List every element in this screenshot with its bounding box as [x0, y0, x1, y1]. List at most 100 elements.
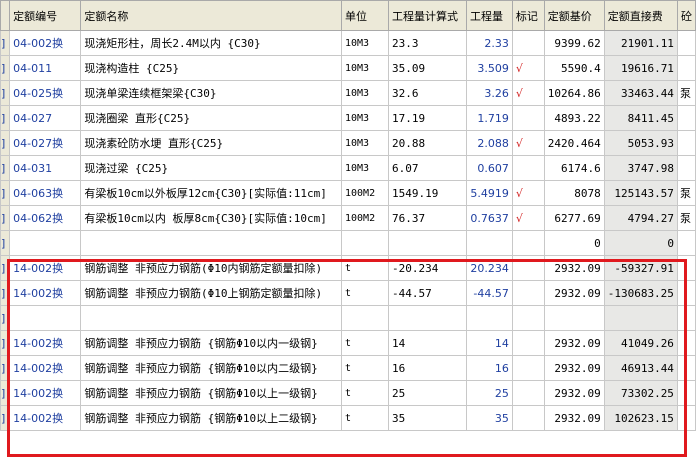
quantity-expression-cell[interactable]: 32.6 — [388, 80, 468, 106]
mark-cell[interactable] — [511, 230, 545, 256]
quota-code-cell[interactable] — [9, 305, 82, 331]
concrete-flag-cell[interactable] — [676, 380, 696, 406]
mark-cell[interactable] — [511, 355, 545, 381]
mark-cell[interactable] — [511, 155, 545, 181]
table-row[interactable]: ] 04-027换 现浇素砼防水埂 直形{C25} 10M3 20.88 2.088 √ 24… — [0, 130, 696, 156]
table-row[interactable]: ] 14-002换 钢筋调整 非预应力钢筋 {钢筋Φ10以内一级钢} t 14 14 293… — [0, 330, 696, 356]
quota-name-cell[interactable]: 现浇矩形柱，周长2.4M以内 {C30} — [80, 30, 342, 56]
quota-code-cell[interactable]: 14-002换 — [9, 355, 82, 381]
quantity-cell[interactable]: 0.607 — [466, 155, 513, 181]
quota-name-cell[interactable]: 钢筋调整 非预应力钢筋 {钢筋Φ10以上二级钢} — [80, 405, 342, 431]
table-row[interactable]: ] 04-062换 有梁板10cm以内 板厚8cm{C30}[实际值:10cm] 10… — [0, 205, 696, 231]
quantity-cell[interactable]: 2.33 — [466, 30, 513, 56]
quota-name-cell[interactable]: 现浇素砼防水埂 直形{C25} — [80, 130, 342, 156]
direct-cost-cell[interactable]: 102623.15 — [603, 405, 678, 431]
quantity-expression-cell[interactable]: 23.3 — [388, 30, 468, 56]
concrete-flag-cell[interactable] — [676, 230, 696, 256]
col-header-name[interactable]: 定额名称 — [80, 0, 342, 31]
concrete-flag-cell[interactable] — [676, 305, 696, 331]
direct-cost-cell[interactable]: -59327.91 — [603, 255, 678, 281]
quantity-expression-cell[interactable]: 14 — [388, 330, 468, 356]
table-row[interactable]: ] 14-002换 钢筋调整 非预应力钢筋(Φ10内钢筋定额量扣除) t -20.234… — [0, 255, 696, 281]
row-indicator-cell[interactable]: ] — [0, 255, 11, 281]
quantity-cell[interactable]: 25 — [466, 380, 513, 406]
direct-cost-cell[interactable]: 41049.26 — [603, 330, 678, 356]
table-row[interactable]: ] 04-002换 现浇矩形柱，周长2.4M以内 {C30} 10M3 23.3 2.33… — [0, 30, 696, 56]
direct-cost-cell[interactable]: 4794.27 — [603, 205, 678, 231]
unit-cell[interactable]: t — [340, 330, 390, 356]
mark-cell[interactable]: √ — [511, 130, 545, 156]
concrete-flag-cell[interactable] — [676, 130, 696, 156]
quota-name-cell[interactable]: 钢筋调整 非预应力钢筋 {钢筋Φ10以内一级钢} — [80, 330, 342, 356]
col-header-total[interactable]: 定额直接费 — [603, 0, 678, 31]
direct-cost-cell[interactable]: -130683.25 — [603, 280, 678, 306]
mark-cell[interactable] — [511, 255, 545, 281]
quantity-expression-cell[interactable]: 25 — [388, 380, 468, 406]
row-indicator-cell[interactable]: ] — [0, 205, 11, 231]
quota-code-cell[interactable]: 14-002换 — [9, 330, 82, 356]
concrete-flag-cell[interactable] — [676, 405, 696, 431]
mark-cell[interactable] — [511, 305, 545, 331]
base-price-cell[interactable]: 0 — [543, 230, 605, 256]
quantity-expression-cell[interactable]: 76.37 — [388, 205, 468, 231]
quota-name-cell[interactable]: 钢筋调整 非预应力钢筋(Φ10上钢筋定额量扣除) — [80, 280, 342, 306]
col-header-unit[interactable]: 单位 — [340, 0, 390, 31]
direct-cost-cell[interactable]: 46913.44 — [603, 355, 678, 381]
direct-cost-cell[interactable]: 8411.45 — [603, 105, 678, 131]
unit-cell[interactable]: 10M3 — [340, 130, 390, 156]
direct-cost-cell[interactable]: 125143.57 — [603, 180, 678, 206]
concrete-flag-cell[interactable] — [676, 30, 696, 56]
concrete-flag-cell[interactable]: 泵 — [676, 180, 696, 206]
base-price-cell[interactable]: 9399.62 — [543, 30, 605, 56]
base-price-cell[interactable]: 2932.09 — [543, 380, 605, 406]
direct-cost-cell[interactable]: 73302.25 — [603, 380, 678, 406]
concrete-flag-cell[interactable]: 泵 — [676, 205, 696, 231]
concrete-flag-cell[interactable] — [676, 55, 696, 81]
quota-code-cell[interactable]: 04-062换 — [9, 205, 82, 231]
quantity-expression-cell[interactable] — [388, 230, 468, 256]
mark-cell[interactable]: √ — [511, 80, 545, 106]
row-indicator-cell[interactable]: ] — [0, 305, 11, 331]
concrete-flag-cell[interactable] — [676, 155, 696, 181]
quantity-cell[interactable]: 2.088 — [466, 130, 513, 156]
base-price-cell[interactable]: 4893.22 — [543, 105, 605, 131]
quantity-cell[interactable]: 3.509 — [466, 55, 513, 81]
unit-cell[interactable] — [340, 305, 390, 331]
direct-cost-cell[interactable]: 21901.11 — [603, 30, 678, 56]
unit-cell[interactable]: t — [340, 380, 390, 406]
quota-name-cell[interactable]: 现浇圈梁 直形{C25} — [80, 105, 342, 131]
base-price-cell[interactable]: 6174.6 — [543, 155, 605, 181]
quantity-cell[interactable] — [466, 305, 513, 331]
mark-cell[interactable]: √ — [511, 180, 545, 206]
mark-cell[interactable] — [511, 405, 545, 431]
direct-cost-cell[interactable]: 19616.71 — [603, 55, 678, 81]
row-indicator-cell[interactable]: ] — [0, 105, 11, 131]
quantity-expression-cell[interactable]: -20.234 — [388, 255, 468, 281]
concrete-flag-cell[interactable] — [676, 105, 696, 131]
unit-cell[interactable]: 10M3 — [340, 55, 390, 81]
quantity-expression-cell[interactable]: -44.57 — [388, 280, 468, 306]
base-price-cell[interactable]: 2420.464 — [543, 130, 605, 156]
direct-cost-cell[interactable]: 33463.44 — [603, 80, 678, 106]
quota-name-cell[interactable] — [80, 230, 342, 256]
row-indicator-cell[interactable]: ] — [0, 355, 11, 381]
row-indicator-cell[interactable]: ] — [0, 230, 11, 256]
direct-cost-cell[interactable]: 5053.93 — [603, 130, 678, 156]
quantity-expression-cell[interactable]: 16 — [388, 355, 468, 381]
base-price-cell[interactable]: 2932.09 — [543, 280, 605, 306]
quantity-expression-cell[interactable]: 1549.19 — [388, 180, 468, 206]
quantity-cell[interactable]: 35 — [466, 405, 513, 431]
quantity-cell[interactable]: 3.26 — [466, 80, 513, 106]
concrete-flag-cell[interactable]: 泵 — [676, 80, 696, 106]
concrete-flag-cell[interactable] — [676, 255, 696, 281]
row-indicator-cell[interactable]: ] — [0, 405, 11, 431]
mark-cell[interactable] — [511, 30, 545, 56]
quantity-cell[interactable]: 16 — [466, 355, 513, 381]
concrete-flag-cell[interactable] — [676, 330, 696, 356]
col-header-expr[interactable]: 工程量计算式 — [388, 0, 468, 31]
quota-code-cell[interactable]: 14-002换 — [9, 280, 82, 306]
quota-code-cell[interactable]: 04-025换 — [9, 80, 82, 106]
quota-name-cell[interactable]: 有梁板10cm以内 板厚8cm{C30}[实际值:10cm] — [80, 205, 342, 231]
quota-code-cell[interactable]: 04-031 — [9, 155, 82, 181]
quota-name-cell[interactable]: 有梁板10cm以外板厚12cm{C30}[实际值:11cm] — [80, 180, 342, 206]
